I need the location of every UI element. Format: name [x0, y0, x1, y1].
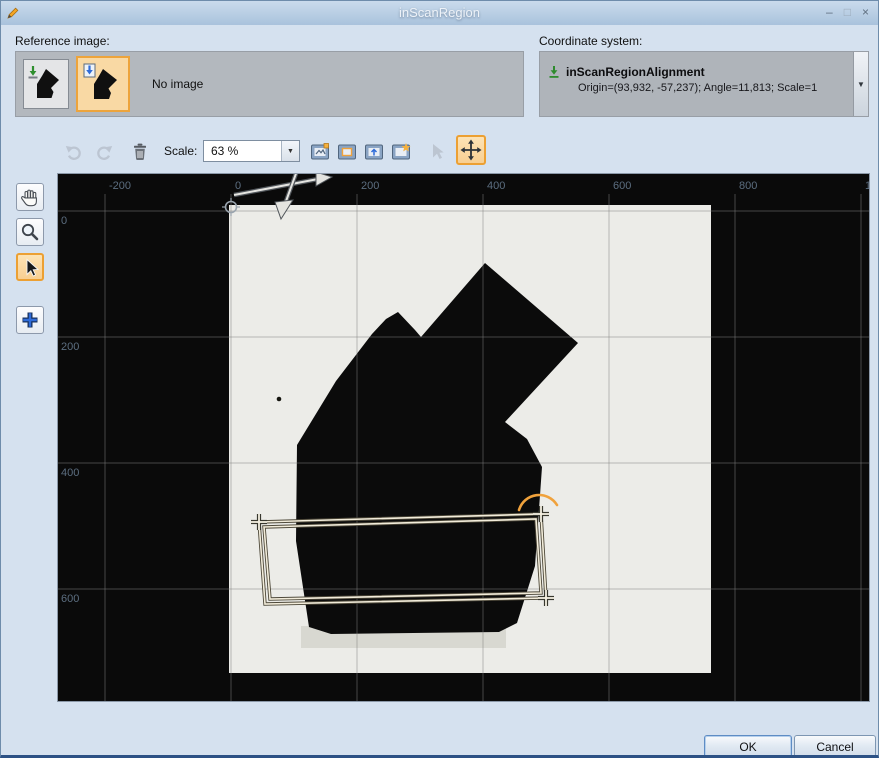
- alignment-download-icon: [548, 65, 560, 84]
- ruler-left-label: 0: [61, 215, 67, 227]
- fit-image-icon: [309, 141, 331, 163]
- inscanregion-dialog: inScanRegion – □ × Reference image:: [0, 0, 879, 758]
- ruler-top-label: 400: [487, 180, 505, 192]
- cancel-button[interactable]: Cancel: [794, 735, 876, 758]
- canvas-viewport[interactable]: -200 0 200 400 600 800 1000 0 200 400 60…: [58, 174, 869, 701]
- coordinate-system-name: inScanRegionAlignment: [566, 65, 817, 79]
- cursor-arrow-icon: [19, 256, 41, 278]
- image-speck: [277, 397, 282, 402]
- reference-image-label: Reference image:: [15, 34, 110, 48]
- redo-button[interactable]: [91, 139, 117, 165]
- scale-value: 63 %: [204, 141, 281, 161]
- select-tool-button[interactable]: [16, 253, 44, 281]
- zoom-tool-button[interactable]: [16, 218, 44, 246]
- actual-size-icon: [363, 141, 385, 163]
- reference-image-panel: No image: [15, 51, 524, 117]
- redo-icon: [94, 142, 114, 162]
- title-bar[interactable]: inScanRegion – □ ×: [1, 1, 878, 25]
- coordinate-system-item[interactable]: inScanRegionAlignment Origin=(93,932, -5…: [548, 65, 817, 94]
- undo-button[interactable]: [61, 139, 87, 165]
- reference-thumb-selected[interactable]: [76, 56, 130, 112]
- coordinate-system-details: Origin=(93,932, -57,237); Angle=11,813; …: [578, 82, 817, 94]
- ruler-top-label: 600: [613, 180, 631, 192]
- close-button[interactable]: ×: [862, 4, 869, 20]
- trash-icon: [130, 142, 150, 162]
- delete-region-button[interactable]: [127, 139, 153, 165]
- chevron-down-icon[interactable]: ▼: [281, 141, 299, 161]
- zoom-actual-size-button[interactable]: [361, 139, 387, 165]
- move-arrows-icon: [460, 139, 482, 161]
- hand-icon: [19, 186, 41, 208]
- coordinate-system-label: Coordinate system:: [539, 34, 642, 48]
- ruler-top-label: 200: [361, 180, 379, 192]
- magnifier-icon: [19, 221, 41, 243]
- load-image-icon: [26, 63, 66, 105]
- ruler-left-label: 200: [61, 341, 79, 353]
- reference-thumb-load[interactable]: [23, 59, 69, 109]
- move-region-tool-button[interactable]: [456, 135, 486, 165]
- ruler-top-label: 0: [235, 180, 241, 192]
- axis-x-arrowhead: [316, 174, 332, 186]
- fit-region-icon: [336, 141, 358, 163]
- window-title: inScanRegion: [1, 5, 878, 20]
- coordinate-system-panel: inScanRegionAlignment Origin=(93,932, -5…: [539, 51, 869, 117]
- ok-button[interactable]: OK: [704, 735, 792, 758]
- ruler-top-label: 1000: [865, 180, 869, 192]
- maximize-button: □: [844, 4, 851, 20]
- ruler-top-label: 800: [739, 180, 757, 192]
- scale-combobox[interactable]: 63 % ▼: [203, 140, 300, 162]
- no-image-text: No image: [152, 77, 203, 91]
- zoom-selection-icon: [390, 141, 412, 163]
- ruler-left-label: 400: [61, 467, 79, 479]
- zoom-fit-image-button[interactable]: [307, 139, 333, 165]
- scale-label: Scale:: [164, 144, 197, 158]
- undo-icon: [64, 142, 84, 162]
- zoom-fit-region-button[interactable]: [334, 139, 360, 165]
- coordinate-dropdown-button[interactable]: ▼: [853, 52, 868, 116]
- zoom-selection-button[interactable]: [388, 139, 414, 165]
- current-image-icon: [82, 62, 124, 106]
- ruler-top-label: -200: [109, 180, 131, 192]
- edit-nodes-tool-button: [425, 139, 451, 165]
- edit-nodes-icon: [427, 141, 449, 163]
- minimize-button[interactable]: –: [826, 4, 833, 20]
- add-region-tool-button[interactable]: [16, 306, 44, 334]
- axis-x-arrow: [234, 179, 318, 195]
- pan-tool-button[interactable]: [16, 183, 44, 211]
- canvas-area: -200 0 200 400 600 800 1000 0 200 400 60…: [58, 174, 869, 701]
- ruler-left-label: 600: [61, 593, 79, 605]
- plus-cross-icon: [19, 309, 41, 331]
